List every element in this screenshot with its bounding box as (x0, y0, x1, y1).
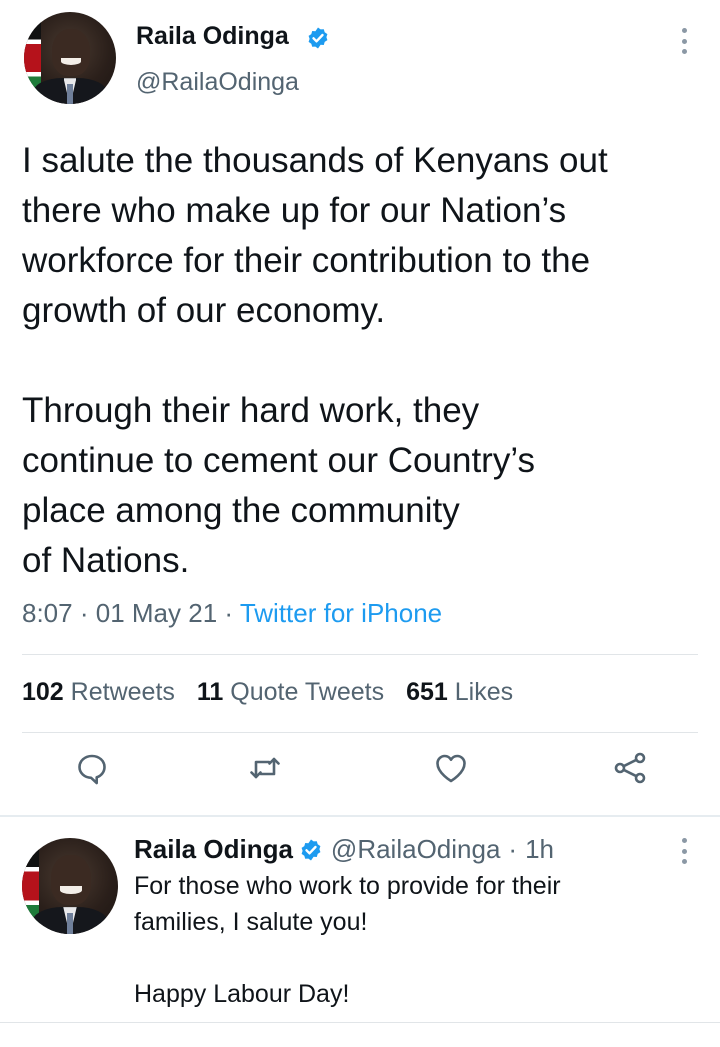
divider (22, 732, 698, 733)
retweets-count: 102 (22, 678, 64, 706)
share-icon[interactable] (612, 750, 648, 786)
quote-tweets-label: Quote Tweets (230, 678, 385, 706)
quote-tweets-stat[interactable]: 11 Quote Tweets (197, 678, 384, 707)
avatar[interactable] (22, 838, 118, 934)
meta-separator: · (224, 598, 234, 628)
reply-header: Raila Odinga @RailaOdinga · 1h (134, 834, 554, 865)
more-options-icon[interactable] (680, 28, 688, 54)
more-options-icon[interactable] (680, 838, 688, 864)
tweet-stats: 102 Retweets 11 Quote Tweets 651 Likes (22, 678, 513, 707)
verified-badge-icon (308, 27, 328, 49)
divider (22, 654, 698, 655)
tweet-source-link[interactable]: Twitter for iPhone (240, 598, 442, 628)
likes-count: 651 (406, 678, 448, 706)
likes-label: Likes (454, 678, 514, 706)
verified-badge-icon (301, 839, 321, 860)
main-tweet: Raila Odinga @RailaOdinga I salute the t… (0, 0, 720, 815)
divider (0, 1022, 720, 1023)
tweet-actions (0, 750, 720, 800)
author-handle[interactable]: @RailaOdinga (331, 834, 500, 865)
author-handle[interactable]: @RailaOdinga (136, 68, 299, 97)
reply-icon[interactable] (74, 750, 110, 786)
tweet-date: 01 May 21 (95, 598, 218, 628)
tweet-text: I salute the thousands of Kenyans out th… (22, 141, 608, 580)
likes-stat[interactable]: 651 Likes (406, 678, 513, 707)
quote-tweets-count: 11 (196, 678, 224, 706)
avatar[interactable] (24, 12, 116, 104)
retweets-label: Retweets (70, 678, 175, 706)
like-icon[interactable] (433, 750, 469, 786)
tweet-time: 8:07 (22, 598, 73, 628)
author-name[interactable]: Raila Odinga (136, 22, 289, 51)
tweet-age: 1h (525, 834, 554, 864)
meta-separator: · (79, 598, 89, 628)
tweet-separator (0, 815, 720, 817)
author-name[interactable]: Raila Odinga (134, 834, 293, 865)
retweet-icon[interactable] (247, 750, 283, 786)
meta-separator: · (508, 834, 518, 864)
tweet-meta: 8:07 · 01 May 21 · Twitter for iPhone (22, 598, 442, 629)
retweets-stat[interactable]: 102 Retweets (22, 678, 175, 707)
reply-tweet-text: For those who work to provide for their … (134, 872, 561, 1008)
